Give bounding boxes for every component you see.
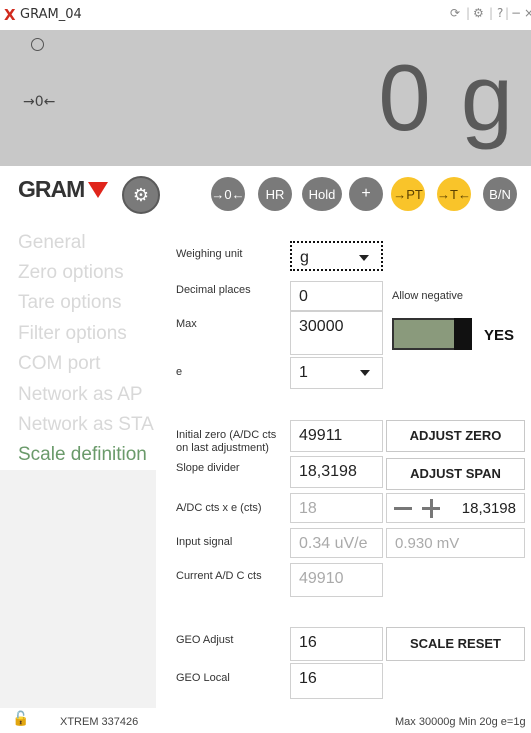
- initial-zero-label: Initial zero (A/DC cts on last adjustmen…: [176, 429, 277, 454]
- gram-logo: GRAM: [18, 176, 85, 202]
- settings-small-icon[interactable]: ⚙: [473, 6, 484, 20]
- gross-net-button[interactable]: B/N: [483, 177, 517, 211]
- unlock-icon[interactable]: 🔓: [12, 711, 29, 727]
- sidebar-item-network-sta[interactable]: Network as STA: [18, 414, 154, 436]
- gear-icon: ⚙: [132, 184, 150, 206]
- app-icon: X: [4, 6, 16, 24]
- weighing-unit-select[interactable]: g: [290, 241, 383, 271]
- sidebar-item-general[interactable]: General: [18, 232, 86, 254]
- adjust-span-button[interactable]: ADJUST SPAN: [386, 458, 525, 490]
- weight-value: 0 g: [378, 45, 515, 150]
- close-button[interactable]: ×: [524, 6, 531, 20]
- adjust-zero-button[interactable]: ADJUST ZERO: [386, 420, 525, 452]
- input-signal-mv-field: 0.930 mV: [386, 528, 525, 558]
- hold-button[interactable]: Hold: [302, 177, 342, 211]
- adc-cts-field: 18: [290, 493, 383, 523]
- sidebar-item-com-port[interactable]: COM port: [18, 353, 100, 375]
- refresh-icon[interactable]: ⟳: [450, 6, 460, 20]
- hr-button[interactable]: HR: [258, 177, 292, 211]
- geo-adjust-input[interactable]: 16: [290, 627, 383, 661]
- sidebar-item-network-ap[interactable]: Network as AP: [18, 384, 143, 406]
- minus-icon[interactable]: [394, 507, 412, 510]
- plus-button[interactable]: +: [349, 177, 383, 211]
- adc-cts-stepper[interactable]: 18,3198: [386, 493, 525, 523]
- help-button[interactable]: ?: [497, 6, 503, 20]
- allow-negative-toggle[interactable]: [392, 318, 472, 350]
- initial-zero-input[interactable]: 49911: [290, 420, 383, 452]
- geo-local-label: GEO Local: [176, 672, 230, 684]
- zero-indicator: →0←: [23, 94, 56, 110]
- current-adc-label: Current A/D C cts: [176, 570, 262, 582]
- geo-local-input[interactable]: 16: [290, 663, 383, 699]
- stepper-value: 18,3198: [461, 500, 516, 517]
- logo-triangle-icon: [88, 182, 108, 198]
- window-title: GRAM_04: [20, 7, 82, 22]
- max-input[interactable]: 30000: [290, 311, 383, 355]
- allow-negative-label: Allow negative: [392, 290, 463, 302]
- device-info: XTREM 337426: [60, 716, 139, 728]
- sidebar-item-scale-definition[interactable]: Scale definition: [18, 444, 147, 466]
- scale-reset-button[interactable]: SCALE RESET: [386, 627, 525, 661]
- sidebar-item-filter-options[interactable]: Filter options: [18, 323, 127, 345]
- max-label: Max: [176, 318, 197, 330]
- adc-cts-label: A/DC cts x e (cts): [176, 502, 262, 514]
- sidebar-item-zero-options[interactable]: Zero options: [18, 262, 124, 284]
- input-signal-field: 0.34 uV/e: [290, 528, 383, 558]
- slope-divider-label: Slope divider: [176, 462, 240, 474]
- settings-gear-button[interactable]: ⚙: [122, 176, 160, 214]
- e-select[interactable]: 1: [290, 357, 383, 389]
- decimal-places-label: Decimal places: [176, 284, 251, 296]
- weighing-unit-label: Weighing unit: [176, 248, 243, 260]
- tare-button[interactable]: →T←: [437, 177, 471, 211]
- current-adc-field: 49910: [290, 563, 383, 597]
- slope-divider-input[interactable]: 18,3198: [290, 456, 383, 488]
- decimal-places-input[interactable]: 0: [290, 281, 383, 311]
- preset-tare-button[interactable]: →PT: [391, 177, 425, 211]
- sidebar-item-tare-options[interactable]: Tare options: [18, 292, 122, 314]
- geo-adjust-label: GEO Adjust: [176, 634, 234, 646]
- minimize-button[interactable]: −: [511, 6, 521, 20]
- stability-indicator-icon: [31, 38, 44, 51]
- input-signal-label: Input signal: [176, 536, 233, 548]
- e-label: e: [176, 366, 183, 378]
- scale-capacity-info: Max 30000g Min 20g e=1g: [395, 716, 526, 728]
- sidebar-empty-area: [0, 470, 156, 708]
- allow-negative-state: YES: [484, 327, 515, 344]
- zero-button[interactable]: →0←: [211, 177, 245, 211]
